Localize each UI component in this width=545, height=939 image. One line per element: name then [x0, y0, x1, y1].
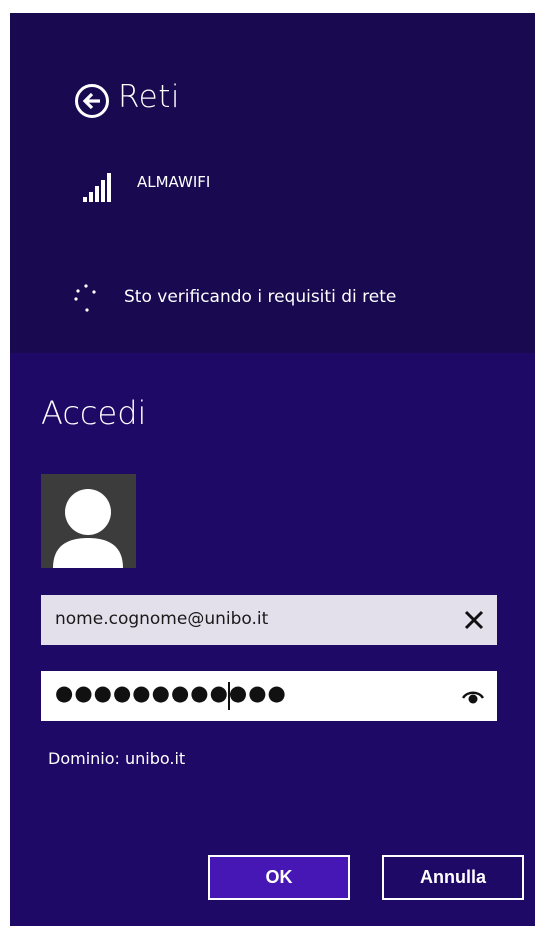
- progress-spinner-icon: [74, 284, 96, 312]
- signin-title: Accedi: [41, 394, 147, 432]
- domain-label: Dominio: unibo.it: [48, 749, 186, 768]
- status-text: Sto verificando i requisiti di rete: [124, 287, 397, 307]
- username-value[interactable]: nome.cognome@unibo.it: [55, 609, 268, 629]
- cancel-button[interactable]: Annulla: [382, 855, 524, 900]
- ok-button[interactable]: OK: [208, 855, 350, 900]
- wifi-signal-bars-icon: [83, 173, 111, 202]
- avatar: [41, 474, 136, 568]
- username-field[interactable]: nome.cognome@unibo.it: [41, 595, 497, 645]
- password-field[interactable]: ●●●●●●●●●●●●: [41, 671, 497, 721]
- network-flyout: Reti ALMAWIFI Sto verificando i requisit…: [10, 13, 535, 926]
- user-avatar-icon: [53, 489, 123, 568]
- password-masked-value[interactable]: ●●●●●●●●●●●●: [55, 681, 287, 705]
- eye-icon[interactable]: [462, 690, 484, 704]
- back-arrow-circle-icon[interactable]: [74, 83, 110, 119]
- network-name[interactable]: ALMAWIFI: [137, 173, 210, 191]
- close-icon[interactable]: [463, 609, 485, 631]
- text-caret: [228, 682, 230, 710]
- networks-section: Reti ALMAWIFI Sto verificando i requisit…: [10, 13, 535, 353]
- page-title: Reti: [118, 79, 180, 115]
